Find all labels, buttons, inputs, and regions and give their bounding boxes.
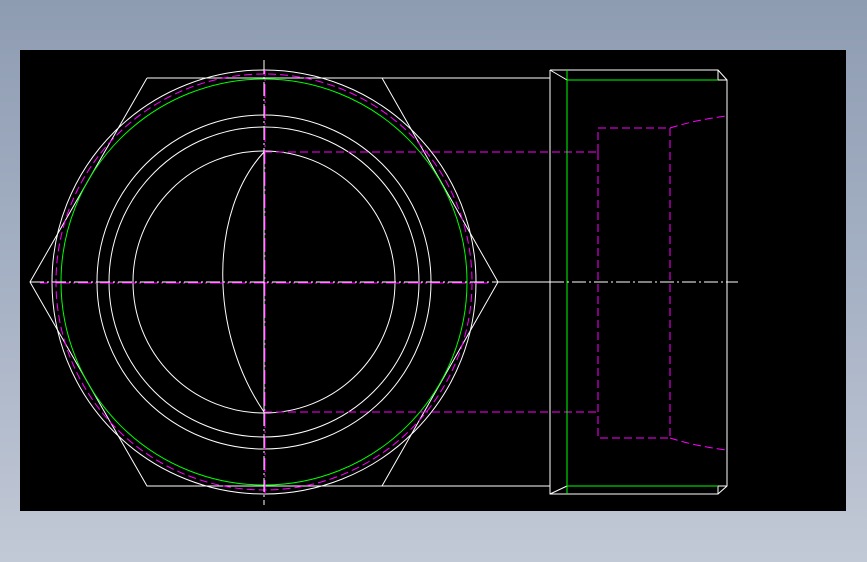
hidden-flare-bottom [669,437,728,451]
side-chamfer-bottom [549,485,568,495]
cad-drawing [29,60,738,505]
hidden-flare-top [669,115,728,129]
side-view [549,69,738,495]
side-chamfer-top [549,69,568,81]
hidden-bore [597,127,671,439]
